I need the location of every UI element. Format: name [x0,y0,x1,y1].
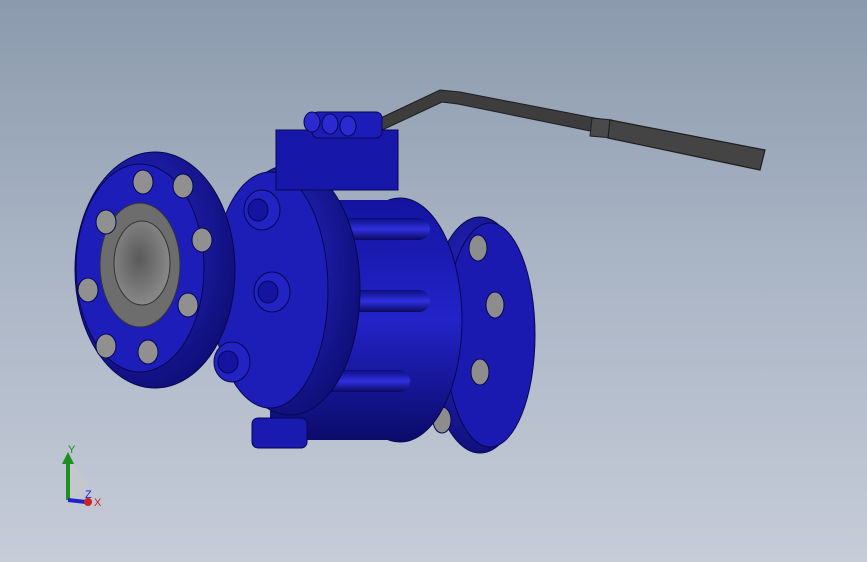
nut [243,189,281,231]
bore [113,220,171,306]
nut [213,341,251,383]
valve-body[interactable] [211,164,463,449]
z-axis [67,498,87,504]
left-flange[interactable] [74,151,236,389]
graphics-viewport[interactable]: Y Z X [0,0,867,562]
handle-lever[interactable] [371,89,766,171]
nut [253,271,291,313]
x-axis-label: X [94,497,102,509]
drain-boss [251,417,308,449]
z-axis-label: Z [85,489,92,501]
ball-valve-model[interactable] [0,0,867,562]
coordinate-triad: Y Z X [62,444,102,509]
y-axis-label: Y [68,444,76,456]
stem-housing[interactable] [275,111,399,191]
